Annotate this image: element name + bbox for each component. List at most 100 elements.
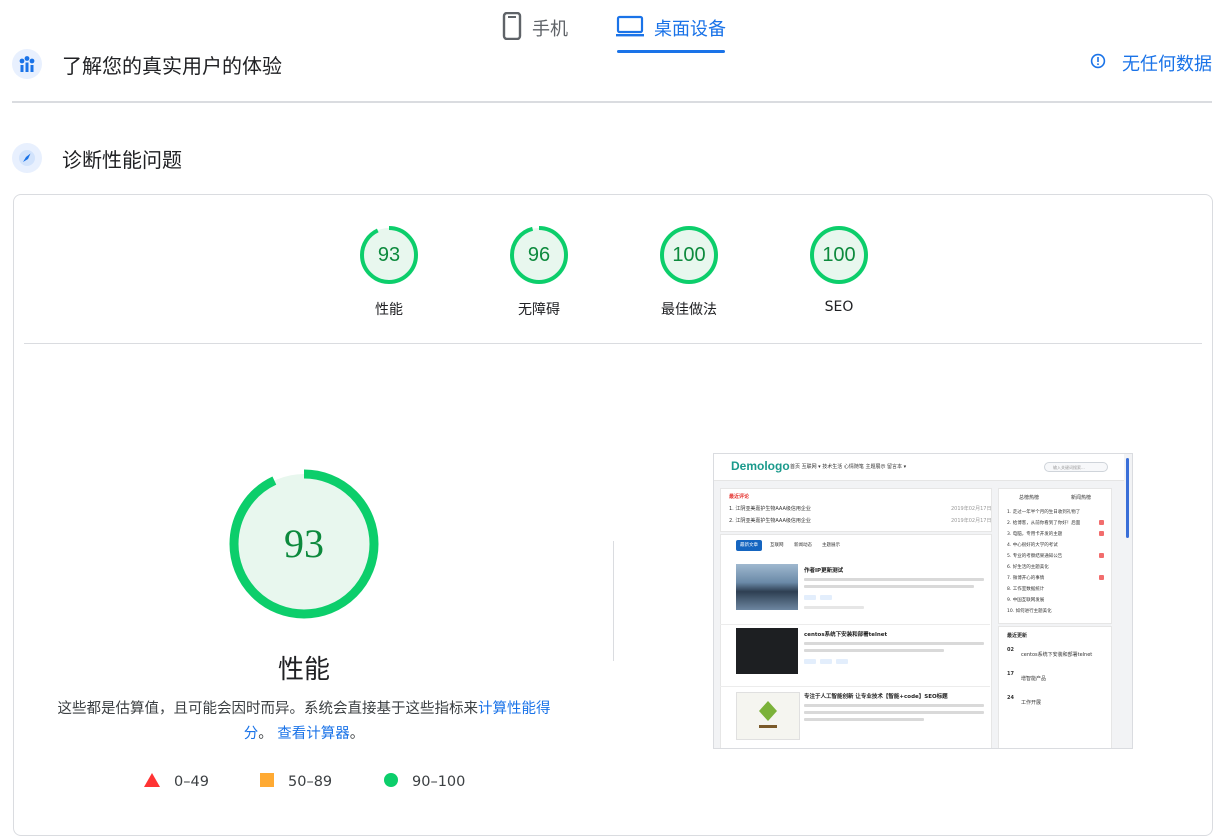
thumb-post-line bbox=[804, 585, 974, 588]
score-value: 100 bbox=[672, 244, 706, 266]
thumb-notice-heading: 最近评论 bbox=[729, 494, 750, 500]
score-ring: 100 bbox=[658, 224, 720, 286]
thumb-rank-badge bbox=[1099, 553, 1104, 558]
thumb-rank-item: 5. 专业的考察结果通知公告 bbox=[1007, 554, 1063, 559]
thumb-recent-day: 02 bbox=[1007, 647, 1014, 653]
legend-range: 50–89 bbox=[288, 774, 333, 790]
thumb-logo: Demologo bbox=[731, 459, 790, 473]
thumb-rank-item: 2. 给博客，从前你看到了你好！后面 bbox=[1007, 521, 1081, 526]
users-chart-icon bbox=[12, 49, 42, 79]
score-ring: 96 bbox=[508, 224, 570, 286]
tab-desktop-label: 桌面设备 bbox=[654, 19, 726, 40]
legend-fail: 0–49 bbox=[144, 773, 209, 791]
thumb-post-tag bbox=[820, 595, 832, 600]
thumb-post-divider bbox=[720, 624, 990, 625]
category-label: 性能 bbox=[375, 302, 403, 318]
info-icon bbox=[1090, 53, 1106, 74]
thumb-content-tab: 最新文章 bbox=[736, 540, 762, 551]
vertical-separator bbox=[613, 541, 614, 661]
thumb-post-line bbox=[804, 642, 984, 645]
triangle-icon bbox=[144, 773, 160, 791]
score-value: 96 bbox=[527, 244, 551, 266]
score-ring: 93 bbox=[358, 224, 420, 286]
score-ring: 100 bbox=[808, 224, 870, 286]
thumb-search: 输入关键词搜索... bbox=[1044, 462, 1108, 472]
thumb-nav: 首页 互联网 ▾ 技术生活 心情随笔 主题展示 留言本 ▾ bbox=[790, 464, 907, 470]
thumb-recent-text: centos系统下安装和部署telnet bbox=[1021, 652, 1093, 658]
thumb-post-tag bbox=[836, 659, 848, 664]
thumb-post-divider bbox=[720, 686, 990, 687]
thumb-post-meta bbox=[804, 606, 864, 609]
score-value: 100 bbox=[822, 244, 856, 266]
thumb-post-line bbox=[804, 718, 924, 721]
thumb-post-title: centos系统下安装和部署telnet bbox=[804, 632, 888, 638]
square-icon bbox=[260, 773, 274, 791]
performance-score-value: 93 bbox=[284, 521, 324, 566]
field-data-title: 了解您的真实用户的体验 bbox=[62, 53, 282, 78]
thumb-recent-panel: 最近更新 02 centos系统下安装和部署telnet 17 增智能产品 24… bbox=[998, 626, 1112, 748]
section-divider bbox=[12, 101, 1212, 103]
final-screenshot[interactable]: Demologo 首页 互联网 ▾ 技术生活 心情随笔 主题展示 留言本 ▾ 输… bbox=[713, 453, 1133, 749]
gauge-accessibility[interactable]: 96 无障碍 bbox=[489, 224, 589, 319]
field-data-header: 了解您的真实用户的体验 无任何数据 bbox=[12, 44, 1212, 84]
thumb-content-tab: 新闻动态 bbox=[794, 543, 812, 548]
legend-range: 90–100 bbox=[412, 774, 466, 790]
thumb-header: Demologo 首页 互联网 ▾ 技术生活 心情随笔 主题展示 留言本 ▾ 输… bbox=[714, 454, 1124, 481]
view-calculator-link[interactable]: 查看计算器 bbox=[277, 726, 350, 742]
gauge-performance[interactable]: 93 性能 bbox=[339, 224, 439, 319]
circle-icon bbox=[384, 773, 398, 791]
thumb-post-title: 专注于人工智能创新 让专业技术【智能+code】SEO标题 bbox=[804, 694, 948, 700]
thumb-post-line bbox=[804, 711, 984, 714]
thumb-post-tag bbox=[820, 659, 832, 664]
no-data-indicator[interactable]: 无任何数据 bbox=[1090, 50, 1212, 76]
score-value: 93 bbox=[377, 244, 401, 266]
thumb-post-image bbox=[736, 628, 798, 674]
thumb-post-line bbox=[804, 649, 944, 652]
category-label: SEO bbox=[824, 299, 854, 315]
diagnose-title: 诊断性能问题 bbox=[62, 147, 182, 172]
thumb-content-tab: 主题展示 bbox=[822, 543, 840, 548]
desktop-icon bbox=[616, 15, 644, 42]
performance-title: 性能 bbox=[277, 655, 330, 685]
thumb-rank-item: 9. 中国互联网发展 bbox=[1007, 598, 1045, 603]
thumb-rank-tab: 总榜热榜 bbox=[1019, 495, 1040, 501]
thumb-post-tag bbox=[804, 595, 816, 600]
description-text: 这些都是估算值，且可能会因时而异。系统会直接基于这些指标来 bbox=[57, 701, 479, 717]
performance-big-gauge: 93 bbox=[229, 469, 379, 619]
thumb-scrollbar bbox=[1126, 458, 1129, 538]
thumb-post-title: 作者IP更新测试 bbox=[804, 568, 844, 574]
thumb-recent-day: 24 bbox=[1007, 695, 1014, 701]
thumb-rank-badge bbox=[1099, 531, 1104, 536]
thumb-post-logo bbox=[759, 701, 777, 728]
description-separator: 。 bbox=[258, 726, 273, 742]
legend-average: 50–89 bbox=[260, 773, 332, 791]
thumb-rank-badge bbox=[1099, 575, 1104, 580]
tab-mobile[interactable]: 手机 bbox=[502, 8, 568, 48]
thumb-notice-panel: 最近评论 1. 江阴亚美嘉护生物AAA级信用企业 2019年02月17日 2. … bbox=[720, 488, 992, 532]
thumb-rank-item: 3. 电脑，专用卡开发的主题 bbox=[1007, 532, 1063, 537]
gauge-seo[interactable]: 100 SEO bbox=[789, 224, 889, 315]
thumb-recent-text: 增智能产品 bbox=[1021, 676, 1047, 682]
lighthouse-icon bbox=[12, 143, 42, 173]
thumb-recent-day: 17 bbox=[1007, 671, 1014, 677]
gauge-best-practices[interactable]: 100 最佳做法 bbox=[639, 224, 739, 319]
diagnose-header: 诊断性能问题 bbox=[12, 138, 1212, 178]
tab-desktop[interactable]: 桌面设备 bbox=[616, 8, 726, 48]
legend-range: 0–49 bbox=[174, 774, 209, 790]
thumb-notice: 2. 江阴亚美嘉护生物AAA级信用企业 bbox=[729, 518, 811, 524]
description-suffix: 。 bbox=[349, 726, 365, 742]
thumb-post-line bbox=[804, 578, 984, 581]
thumb-rank-item: 10. 如何进行主题美化 bbox=[1007, 609, 1052, 614]
lighthouse-report-card: 93 性能 96 无障碍 100 最佳做法 100 SEO 93 性能 这些都是… bbox=[13, 194, 1213, 836]
thumb-rank-tab: 新闻热榜 bbox=[1071, 495, 1092, 501]
thumb-notice: 1. 江阴亚美嘉护生物AAA级信用企业 bbox=[729, 506, 811, 512]
thumb-rank-item: 8. 工作室数据统计 bbox=[1007, 587, 1045, 592]
category-label: 无障碍 bbox=[518, 302, 560, 318]
thumb-rank-item: 7. 微博开心的事情 bbox=[1007, 576, 1045, 581]
tab-mobile-label: 手机 bbox=[532, 19, 568, 40]
no-data-label: 无任何数据 bbox=[1122, 54, 1212, 75]
thumb-post-image bbox=[736, 692, 800, 740]
thumb-rank-item: 4. 中心很好的大学的考试 bbox=[1007, 543, 1058, 548]
thumb-rank-panel: 总榜热榜 新闻热榜 1. 走过一年半个月的生日收到礼物了 2. 给博客，从前你看… bbox=[998, 488, 1112, 624]
thumb-rank-badge bbox=[1099, 520, 1104, 525]
